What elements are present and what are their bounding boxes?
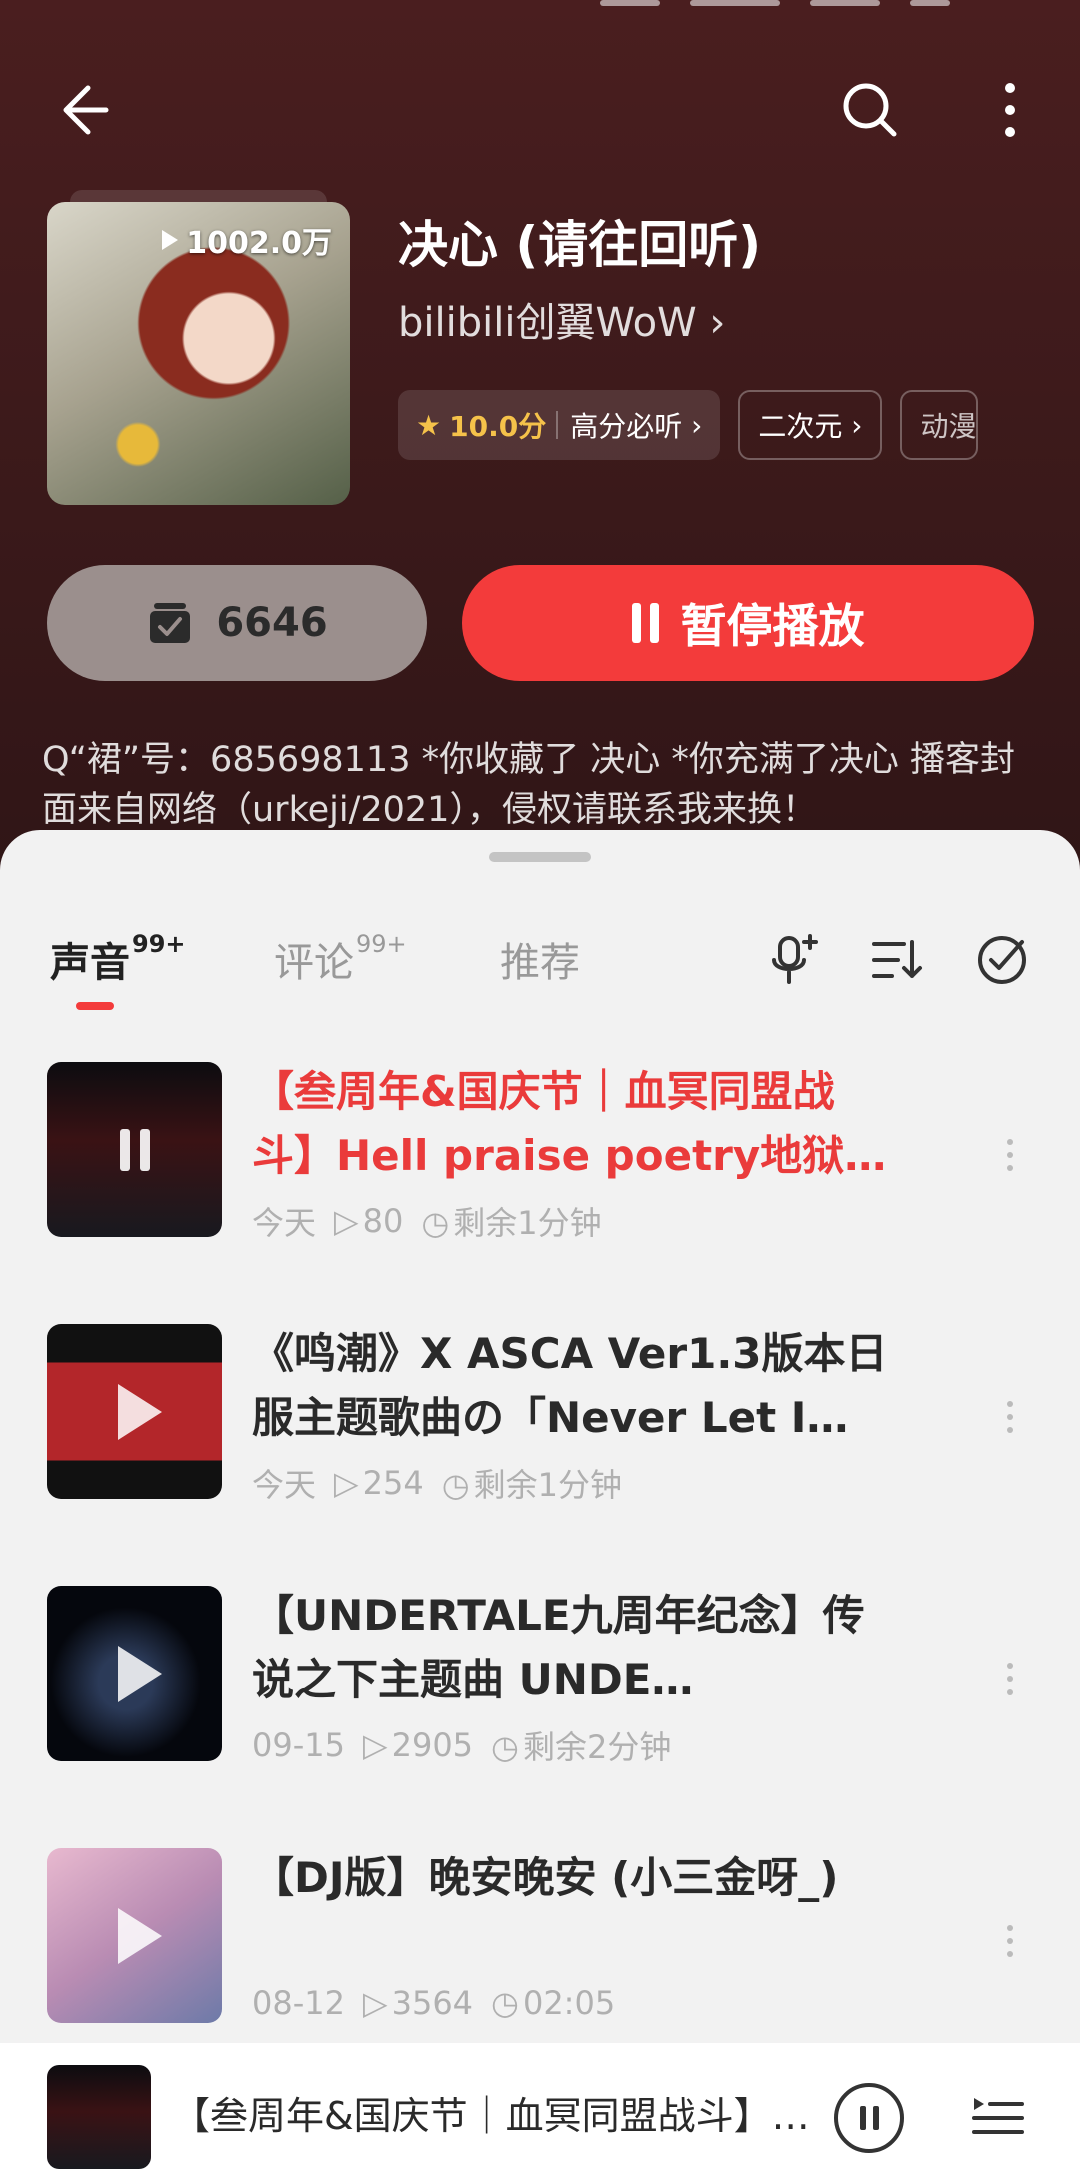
track-title: 【UNDERTALE九周年纪念】传说之下主题曲 UNDE… <box>252 1591 865 1704</box>
album-cover[interactable]: 1002.0万 <box>47 202 350 505</box>
track-duration: 02:05 <box>522 1984 616 2022</box>
track-meta: 08-12 ▷ 3564 ◷ 02:05 <box>252 1984 615 2022</box>
search-icon[interactable] <box>830 70 910 150</box>
tab-sounds-label: 声音 <box>50 940 130 986</box>
track-meta: 09-15 ▷ 2905 ◷ 剩余2分钟 <box>252 1722 671 1768</box>
track-more-icon[interactable] <box>990 1392 1030 1442</box>
track-thumbnail <box>47 1848 222 2023</box>
mini-player-thumbnail <box>47 2065 151 2169</box>
track-meta: 今天 ▷ 254 ◷ 剩余1分钟 <box>252 1460 622 1506</box>
subscribe-count: 6646 <box>216 600 328 646</box>
track-thumbnail <box>47 1586 222 1761</box>
track-duration: 剩余1分钟 <box>453 1204 602 1242</box>
category-tag-2[interactable]: 动漫 <box>900 390 979 460</box>
play-small-icon <box>162 230 179 250</box>
back-icon[interactable] <box>40 70 120 150</box>
rating-score: 10.0分 <box>449 410 547 443</box>
playing-indicator-icon <box>119 1128 150 1171</box>
play-count-value: 1002.0万 <box>186 226 332 261</box>
track-title: 【DJ版】晚安晚安 (小三金呀_) <box>252 1853 839 1902</box>
rating-label: 高分必听 <box>570 410 683 443</box>
album-title: 决心 (请往回听) <box>398 216 762 274</box>
play-count-icon: ▷ <box>334 1464 359 1502</box>
play-count-icon: ▷ <box>334 1202 359 1240</box>
track-plays: 254 <box>362 1464 424 1502</box>
track-date: 08-12 <box>252 1984 345 2022</box>
track-date: 09-15 <box>252 1726 345 1764</box>
track-title: 【叁周年&国庆节｜血冥同盟战斗】Hell praise poetry地狱… <box>252 1067 887 1180</box>
play-count-icon: ▷ <box>362 1726 388 1764</box>
multi-select-icon[interactable] <box>972 930 1032 990</box>
subscribed-icon <box>150 603 191 643</box>
mini-pause-icon[interactable] <box>834 2083 904 2153</box>
track-more-icon[interactable] <box>990 1130 1030 1180</box>
track-meta: 今天 ▷ 80 ◷ 剩余1分钟 <box>252 1198 602 1244</box>
pause-play-button[interactable]: 暂停播放 <box>462 565 1034 681</box>
track-plays: 3564 <box>391 1984 474 2022</box>
album-description: Q“裙”号：685698113 *你收藏了 决心 *你充满了决心 播客封面来自网… <box>42 740 1015 830</box>
clock-icon: ◷ <box>421 1204 450 1242</box>
track-date: 今天 <box>252 1466 317 1504</box>
track-duration: 剩余1分钟 <box>473 1466 622 1504</box>
play-overlay-icon <box>117 1645 162 1702</box>
play-overlay-icon <box>117 1383 162 1440</box>
track-more-icon[interactable] <box>990 1916 1030 1966</box>
category-tag-label: 二次元 <box>758 410 843 443</box>
tag-row: ★ 10.0分 高分必听 › 二次元 › 动漫 <box>398 390 979 460</box>
add-voice-icon[interactable] <box>764 930 824 990</box>
sheet-handle[interactable] <box>489 852 591 862</box>
clock-icon: ◷ <box>491 1984 519 2022</box>
tab-recommend[interactable]: 推荐 <box>500 930 580 988</box>
tab-comments-label: 评论 <box>274 940 354 986</box>
track-row[interactable]: 《鸣潮》X ASCA Ver1.3版本日服主题歌曲の「Never Let I… … <box>0 1312 1080 1574</box>
category-tag[interactable]: 二次元 › <box>738 390 883 460</box>
tab-sounds[interactable]: 声音99+ <box>50 930 186 988</box>
pause-play-label: 暂停播放 <box>680 599 865 653</box>
track-thumbnail <box>47 1324 222 1499</box>
clock-icon: ◷ <box>491 1728 519 1766</box>
category-tag-2-label: 动漫 <box>920 410 977 443</box>
chevron-right-icon: › <box>682 408 703 442</box>
author-name: bilibili创翼WoW <box>398 300 697 346</box>
pause-icon <box>631 603 659 643</box>
track-more-icon[interactable] <box>990 1654 1030 1704</box>
star-icon: ★ <box>416 408 442 442</box>
track-date: 今天 <box>252 1204 317 1242</box>
tab-comments[interactable]: 评论99+ <box>274 930 407 988</box>
author-link[interactable]: bilibili创翼WoW › <box>398 290 725 348</box>
tag-divider <box>556 411 559 439</box>
tab-comments-badge: 99+ <box>356 929 407 958</box>
mini-player[interactable]: 【叁周年&国庆节｜血冥同盟战斗】Hell praise poetry地狱 <box>0 2043 1080 2179</box>
track-row[interactable]: 【UNDERTALE九周年纪念】传说之下主题曲 UNDE… 09-15 ▷ 290… <box>0 1574 1080 1836</box>
tab-indicator <box>76 1002 114 1010</box>
track-plays: 80 <box>362 1202 404 1240</box>
sort-icon[interactable] <box>868 930 928 990</box>
tab-sounds-badge: 99+ <box>132 929 186 958</box>
rating-tag[interactable]: ★ 10.0分 高分必听 › <box>398 390 721 460</box>
track-plays: 2905 <box>391 1726 474 1764</box>
subscribe-button[interactable]: 6646 <box>47 565 427 681</box>
status-bar <box>600 0 1000 8</box>
track-thumbnail <box>47 1062 222 1237</box>
content-sheet: 声音99+ 评论99+ 推荐 【叁周年&国庆节｜血冥同盟战斗】Hell prai… <box>0 830 1080 2179</box>
clock-icon: ◷ <box>441 1466 470 1504</box>
play-count: 1002.0万 <box>160 218 332 262</box>
mini-player-title: 【叁周年&国庆节｜血冥同盟战斗】Hell praise poetry地狱 <box>172 2094 812 2138</box>
play-overlay-icon <box>117 1907 162 1964</box>
play-count-icon: ▷ <box>362 1984 388 2022</box>
track-duration: 剩余2分钟 <box>522 1728 672 1766</box>
playlist-icon[interactable] <box>968 2087 1028 2147</box>
top-bar <box>0 70 1080 150</box>
track-row[interactable]: 【叁周年&国庆节｜血冥同盟战斗】Hell praise poetry地狱… 今天… <box>0 1050 1080 1312</box>
track-title: 《鸣潮》X ASCA Ver1.3版本日服主题歌曲の「Never Let I… <box>252 1329 888 1442</box>
tab-recommend-label: 推荐 <box>500 940 580 986</box>
more-vertical-icon[interactable] <box>970 70 1050 150</box>
chevron-right-icon: › <box>696 300 726 346</box>
chevron-right-icon: › <box>842 408 863 442</box>
